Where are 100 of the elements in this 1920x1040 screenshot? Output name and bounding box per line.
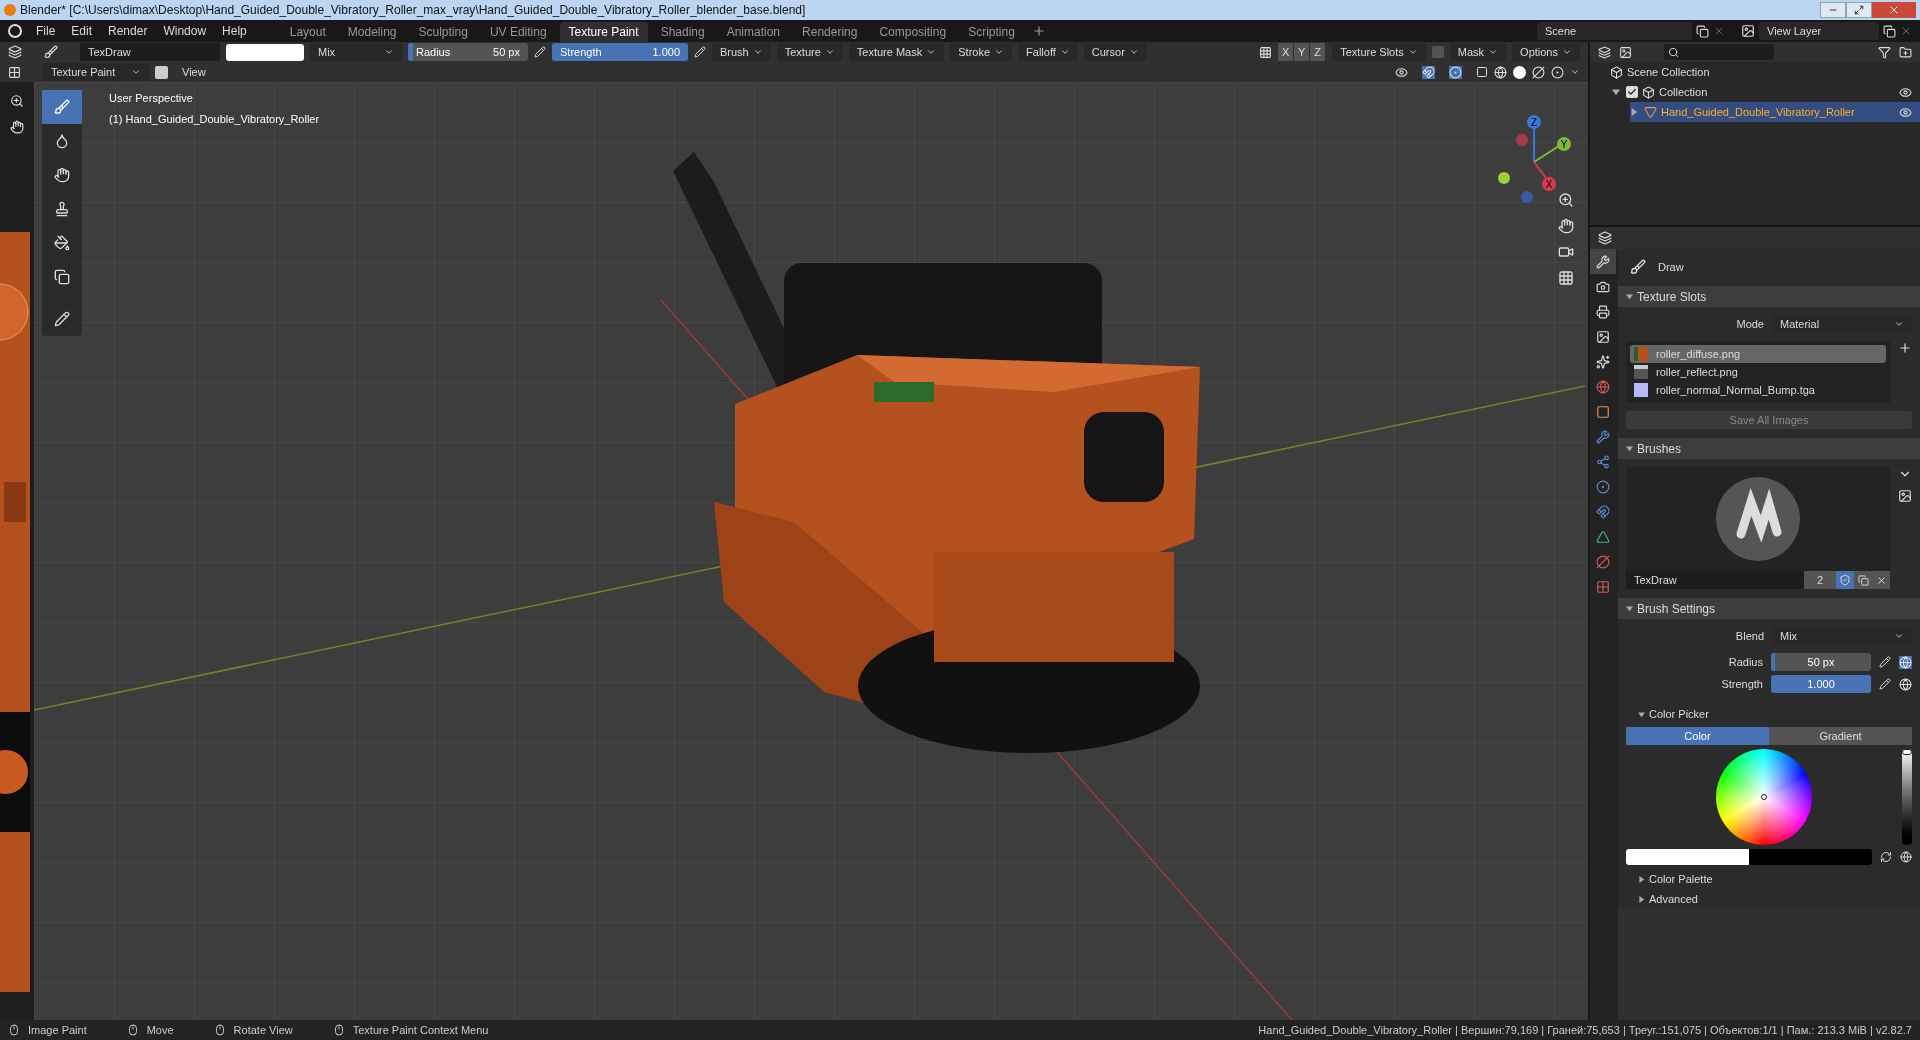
panel-title[interactable]: Brushes [1637,439,1682,458]
globe-icon[interactable] [1899,655,1912,669]
new-scene-icon[interactable] [1696,24,1709,38]
mode-dropdown[interactable]: Material [1772,315,1912,333]
options-dropdown[interactable]: Options [1512,43,1580,61]
brush-name-field[interactable]: TexDraw [1626,571,1804,589]
scene-field[interactable]: Scene [1537,22,1692,40]
axis-toggle[interactable]: Y [1294,43,1311,61]
blend-dropdown[interactable]: Mix [310,43,402,61]
collapse-arrow-icon[interactable] [1626,445,1633,452]
render-shading-icon[interactable] [1551,65,1564,79]
workspace-tab[interactable]: Scripting [959,22,1024,42]
workspace-tab[interactable]: Layout [280,22,335,42]
new-collection-icon[interactable] [1899,45,1912,59]
subpanel-title[interactable]: Advanced [1649,890,1698,908]
pressure-icon[interactable] [1879,678,1891,690]
menu-item[interactable]: Window [157,22,213,40]
workspace-tab[interactable]: Modeling [338,22,406,42]
paint-mask-icon[interactable] [155,65,168,79]
axis-toggle[interactable]: X [1278,43,1295,61]
value-slider[interactable] [1902,749,1912,845]
menu-item[interactable]: File [30,22,62,40]
outliner-type-icon[interactable] [1598,45,1611,59]
editor-type-icon[interactable] [8,45,22,59]
minimize-button[interactable] [1820,2,1846,18]
solid-shading-icon[interactable] [1513,65,1526,79]
menu-item[interactable]: Edit [65,22,99,40]
remove-icon[interactable] [1713,25,1725,37]
symmetry-icon[interactable] [1259,45,1273,59]
add-workspace-icon[interactable] [1031,24,1046,38]
menu-item[interactable]: Help [216,22,253,40]
display-mode-icon[interactable] [1619,45,1632,59]
workspace-tab[interactable]: Rendering [793,22,867,42]
texture-slot-row[interactable]: roller_diffuse.png [1630,345,1886,363]
xray-icon[interactable] [1476,66,1488,78]
axis-toggle[interactable]: Z [1310,43,1327,61]
header-menu[interactable]: Texture Mask [848,43,945,61]
maximize-button[interactable] [1846,2,1872,18]
visibility-icon[interactable] [1899,85,1912,99]
grid-icon[interactable] [1558,270,1574,286]
image-icon[interactable] [1898,489,1912,503]
checker-icon[interactable] [8,65,21,79]
gradient-swatch[interactable] [1626,849,1872,865]
subpanel-title[interactable]: Color Palette [1649,870,1713,888]
color-swatch[interactable] [226,43,304,61]
remove-icon[interactable] [1900,25,1912,37]
texture-slots-dropdown[interactable]: Texture Slots [1332,43,1426,61]
workspace-tab[interactable]: UV Editing [480,22,556,42]
disclosure-icon[interactable] [1612,88,1620,96]
visibility-icon[interactable] [1899,105,1912,119]
mode-dropdown[interactable]: Texture Paint [43,63,149,81]
pan-icon[interactable] [10,120,24,134]
blend-dropdown[interactable]: Mix [1772,627,1912,645]
pressure-icon[interactable] [534,46,546,58]
pressure-icon[interactable] [1879,656,1891,668]
visibility-icon[interactable] [1395,65,1408,79]
tool-brush-icon[interactable] [44,45,58,59]
view-layer-icon[interactable] [1741,24,1755,38]
mask-dropdown[interactable]: Mask [1449,43,1507,61]
wireframe-shading-icon[interactable] [1494,65,1507,79]
workspace-tab[interactable]: Animation [717,22,790,42]
add-slot-icon[interactable] [1898,341,1912,355]
radius-slider[interactable]: Radius 50 px [408,43,528,61]
disclosure-icon[interactable] [1630,108,1638,116]
new-layer-icon[interactable] [1883,24,1896,38]
strength-slider[interactable]: 1.000 [1771,675,1871,693]
filter-icon[interactable] [1878,45,1891,59]
menu-item[interactable]: Render [102,22,154,40]
navigation-gizmo[interactable]: Z Y X [1498,115,1571,203]
texture-slot-row[interactable]: roller_reflect.png [1630,363,1886,381]
workspace-tab[interactable]: Shading [651,22,714,42]
expand-arrow-icon[interactable] [1638,875,1645,883]
globe-icon[interactable] [1900,851,1912,863]
collapse-arrow-icon[interactable] [1626,293,1633,300]
swap-icon[interactable] [1880,851,1892,863]
search-field[interactable] [1664,44,1774,60]
overlay-toggle-icon[interactable] [1449,65,1462,79]
workspace-tab[interactable]: Texture Paint [559,22,648,42]
material-shading-icon[interactable] [1532,65,1545,79]
header-menu[interactable]: Falloff [1018,43,1078,61]
picker-tab[interactable]: Gradient [1769,727,1912,745]
view-layer-field[interactable]: View Layer [1759,22,1879,40]
pressure-icon[interactable] [694,46,706,58]
view-menu[interactable]: View [174,63,214,81]
brush-name-field[interactable]: TexDraw [80,43,220,61]
header-menu[interactable]: Texture [776,43,843,61]
subpanel-title[interactable]: Color Picker [1649,705,1709,723]
workspace-tab[interactable]: Compositing [870,22,956,42]
radius-slider[interactable]: 50 px [1771,653,1871,671]
mask-checkbox[interactable] [1431,46,1444,58]
picker-tab[interactable]: Color [1626,727,1769,745]
zoom-icon[interactable] [1558,192,1574,208]
workspace-tab[interactable]: Sculpting [409,22,477,42]
properties-type-icon[interactable] [1598,231,1612,245]
outliner-row[interactable]: Hand_Guided_Double_Vibratory_Roller [1630,102,1920,122]
fake-user-toggle[interactable] [1836,571,1854,589]
properties-tab[interactable] [1590,249,1616,274]
camera-view-icon[interactable] [1558,244,1574,260]
header-menu[interactable]: Cursor [1083,43,1147,61]
duplicate-button[interactable] [1854,571,1872,589]
